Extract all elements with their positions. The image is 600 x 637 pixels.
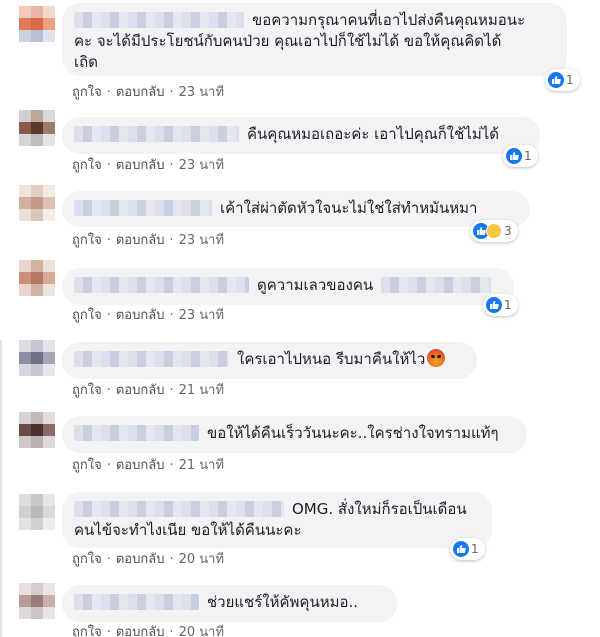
like-link[interactable]: ถูกใจ: [72, 383, 102, 398]
like-link[interactable]: ถูกใจ: [72, 625, 102, 637]
like-link[interactable]: ถูกใจ: [72, 552, 102, 567]
reaction-summary[interactable]: 1: [450, 538, 485, 560]
avatar[interactable]: [19, 185, 55, 221]
comment: OMG. สั่งใหม่ก็รอเป็นเดือน คนไข้จะทำไงเน…: [0, 490, 600, 575]
comment-bubble: ขอให้ได้คืนเร็ววันนะคะ..ใครช่างใจทรามแท้…: [62, 416, 527, 453]
blurred-text: [381, 277, 492, 293]
comment-text-line: OMG. สั่งใหม่ก็รอเป็นเดือน: [292, 500, 467, 518]
comment-actions: ถูกใจ · ตอบกลับ · 23 นาที: [72, 85, 225, 100]
comment-bubble: ใครเอาไปหนอ รีบมาคืนให้ไว: [62, 342, 477, 379]
avatar[interactable]: [19, 6, 55, 42]
like-icon: [506, 148, 522, 164]
reaction-count: 1: [524, 149, 532, 163]
avatar[interactable]: [19, 260, 55, 296]
comment-text-line: เค้าใส่ผ่าตัดหัวใจนะไม่ใช่ใส่ทำหมันหมา: [220, 199, 478, 217]
comment-actions: ถูกใจ · ตอบกลับ · 23 นาที: [72, 158, 225, 173]
comment-text-line: คนไข้จะทำไงเนีย ขอให้ได้คืนนะคะ: [74, 521, 302, 539]
comment: คืนคุณหมอเถอะค่ะ เอาไปคุณก็ใช้ไม่ได้ 1 ถ…: [0, 110, 600, 185]
author-name-blurred[interactable]: [74, 594, 199, 610]
comment-bubble: OMG. สั่งใหม่ก็รอเป็นเดือน คนไข้จะทำไงเน…: [62, 492, 492, 548]
avatar[interactable]: [19, 412, 55, 448]
comment: ช่วยแชร์ให้คัพคุนหมอ.. ถูกใจ · ตอบกลับ · 20 …: [0, 575, 600, 637]
reply-link[interactable]: ตอบกลับ: [116, 458, 165, 473]
comment-bubble: ดูความเลวของคน: [62, 268, 514, 305]
comment-actions: ถูกใจ · ตอบกลับ · 23 นาที: [72, 308, 225, 323]
comment-bubble: เค้าใส่ผ่าตัดหัวใจนะไม่ใช่ใส่ทำหมันหมา: [62, 191, 530, 227]
comment: ขอให้ได้คืนเร็ววันนะคะ..ใครช่างใจทรามแท้…: [0, 412, 600, 490]
like-link[interactable]: ถูกใจ: [72, 458, 102, 473]
like-link[interactable]: ถูกใจ: [72, 158, 102, 173]
reaction-summary[interactable]: 1: [545, 69, 580, 91]
reaction-count: 1: [504, 298, 512, 312]
like-icon: [486, 297, 502, 313]
timestamp[interactable]: 23 นาที: [179, 233, 224, 248]
reply-link[interactable]: ตอบกลับ: [116, 383, 165, 398]
reply-link[interactable]: ตอบกลับ: [116, 85, 165, 100]
timestamp[interactable]: 21 นาที: [179, 458, 224, 473]
avatar[interactable]: [19, 583, 55, 619]
author-name-blurred[interactable]: [74, 200, 212, 216]
reply-link[interactable]: ตอบกลับ: [116, 233, 165, 248]
comment-text-line: ขอให้ได้คืนเร็ววันนะคะ..ใครช่างใจทรามแท้…: [207, 424, 499, 442]
timestamp[interactable]: 21 นาที: [179, 383, 224, 398]
haha-icon: [486, 223, 502, 239]
comment-actions: ถูกใจ · ตอบกลับ · 21 นาที: [72, 383, 225, 398]
comment-text-line: ช่วยแชร์ให้คัพคุนหมอ..: [207, 593, 359, 611]
reply-link[interactable]: ตอบกลับ: [116, 158, 165, 173]
comment-text-line: เถิด: [74, 53, 98, 71]
timestamp[interactable]: 20 นาที: [179, 625, 224, 637]
angry-emoji-icon: [427, 349, 446, 367]
timestamp[interactable]: 20 นาที: [179, 552, 224, 567]
comment: ขอความกรุณาคนที่เอาไปส่งคืนคุณหมอนะ คะ จ…: [0, 0, 600, 110]
comment-text-line: ใครเอาไปหนอ รีบมาคืนให้ไว: [237, 350, 426, 368]
reply-link[interactable]: ตอบกลับ: [116, 625, 165, 637]
comment-actions: ถูกใจ · ตอบกลับ · 20 นาที: [72, 552, 225, 567]
comment: ใครเอาไปหนอ รีบมาคืนให้ไว ถูกใจ · ตอบกลับ ·…: [0, 340, 600, 412]
timestamp[interactable]: 23 นาที: [179, 158, 224, 173]
comment-text-line: ดูความเลวของคน: [257, 276, 374, 294]
reply-link[interactable]: ตอบกลับ: [116, 308, 165, 323]
comment-actions: ถูกใจ · ตอบกลับ · 20 นาที: [72, 625, 224, 637]
comment-actions: ถูกใจ · ตอบกลับ · 21 นาที: [72, 458, 225, 473]
comment: เค้าใส่ผ่าตัดหัวใจนะไม่ใช่ใส่ทำหมันหมา 3…: [0, 185, 600, 260]
comment-thread: ขอความกรุณาคนที่เอาไปส่งคืนคุณหมอนะ คะ จ…: [0, 0, 600, 637]
comment-text-line: ขอความกรุณาคนที่เอาไปส่งคืนคุณหมอนะ: [252, 11, 526, 29]
like-link[interactable]: ถูกใจ: [72, 233, 102, 248]
comment-bubble: ขอความกรุณาคนที่เอาไปส่งคืนคุณหมอนะ คะ จ…: [62, 3, 567, 76]
author-name-blurred[interactable]: [74, 126, 239, 142]
reaction-summary[interactable]: 3: [470, 220, 518, 242]
comment: ดูความเลวของคน 1 ถูกใจ · ตอบกลับ · 23 นาที: [0, 260, 600, 340]
comment-bubble: คืนคุณหมอเถอะค่ะ เอาไปคุณก็ใช้ไม่ได้: [62, 117, 540, 154]
author-name-blurred[interactable]: [74, 277, 249, 293]
author-name-blurred[interactable]: [74, 501, 284, 517]
avatar[interactable]: [19, 340, 55, 376]
reaction-summary[interactable]: 1: [503, 145, 538, 167]
like-icon: [548, 72, 564, 88]
comment-text-line: คะ จะได้มีประโยชน์กับคนป่วย คุณเอาไปก็ใช…: [74, 32, 502, 50]
author-name-blurred[interactable]: [74, 12, 244, 28]
comment-bubble: ช่วยแชร์ให้คัพคุนหมอ..: [62, 585, 397, 622]
timestamp[interactable]: 23 นาที: [179, 308, 224, 323]
like-icon: [453, 541, 469, 557]
avatar[interactable]: [19, 494, 55, 530]
reaction-summary[interactable]: 1: [483, 294, 518, 316]
reaction-count: 1: [471, 542, 479, 556]
avatar[interactable]: [19, 110, 55, 146]
comment-actions: ถูกใจ · ตอบกลับ · 23 นาที: [72, 233, 225, 248]
author-name-blurred[interactable]: [74, 425, 199, 441]
reaction-count: 1: [566, 73, 574, 87]
author-name-blurred[interactable]: [74, 351, 229, 367]
like-link[interactable]: ถูกใจ: [72, 85, 102, 100]
reaction-count: 3: [504, 224, 512, 238]
reply-link[interactable]: ตอบกลับ: [116, 552, 165, 567]
comment-text-line: คืนคุณหมอเถอะค่ะ เอาไปคุณก็ใช้ไม่ได้: [247, 125, 500, 143]
timestamp[interactable]: 23 นาที: [179, 85, 224, 100]
like-link[interactable]: ถูกใจ: [72, 308, 102, 323]
